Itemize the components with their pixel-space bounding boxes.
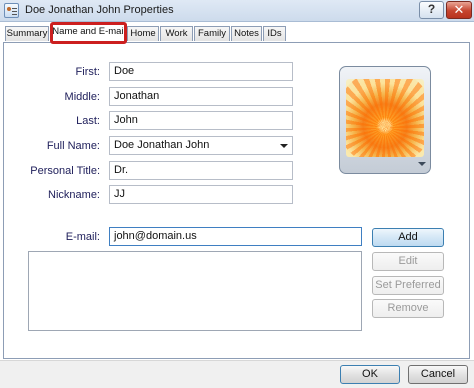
set-preferred-button[interactable]: Set Preferred: [372, 276, 444, 295]
nickname-field[interactable]: JJ: [109, 185, 293, 204]
full-name-value: Doe Jonathan John: [114, 139, 210, 151]
tab-home[interactable]: Home: [127, 26, 159, 41]
email-label: E-mail:: [65, 231, 100, 243]
help-button[interactable]: ?: [419, 1, 444, 19]
chevron-down-icon[interactable]: [280, 144, 288, 148]
last-name-field[interactable]: John: [109, 111, 293, 130]
personal-title-label: Personal Title:: [30, 165, 100, 177]
full-name-label: Full Name:: [46, 140, 100, 152]
add-email-button[interactable]: Add: [372, 228, 444, 247]
chevron-down-icon[interactable]: [418, 162, 426, 166]
last-name-label: Last:: [76, 115, 100, 127]
tab-name-and-email[interactable]: Name and E-mail: [51, 24, 127, 43]
full-name-select[interactable]: Doe Jonathan John: [109, 136, 293, 155]
tab-notes[interactable]: Notes: [231, 26, 262, 41]
dialog-footer: [0, 360, 474, 388]
window-title: Doe Jonathan John Properties: [25, 4, 174, 16]
edit-email-button[interactable]: Edit: [372, 252, 444, 271]
remove-email-button[interactable]: Remove: [372, 299, 444, 318]
first-name-field[interactable]: Doe: [109, 62, 293, 81]
cancel-button[interactable]: Cancel: [408, 365, 468, 384]
contact-card-icon: [4, 3, 19, 18]
email-list[interactable]: [28, 251, 362, 331]
ok-button[interactable]: OK: [340, 365, 400, 384]
tab-summary[interactable]: Summary: [5, 26, 49, 41]
email-field[interactable]: john@domain.us: [109, 227, 362, 246]
personal-title-field[interactable]: Dr.: [109, 161, 293, 180]
tab-work[interactable]: Work: [160, 26, 193, 41]
tab-ids[interactable]: IDs: [263, 26, 286, 41]
middle-name-label: Middle:: [64, 91, 100, 103]
first-name-label: First:: [75, 66, 100, 78]
tab-family[interactable]: Family: [194, 26, 230, 41]
close-button[interactable]: ✕: [446, 1, 472, 19]
title-bar[interactable]: Doe Jonathan John Properties ? ✕: [0, 0, 474, 22]
nickname-label: Nickname:: [48, 189, 100, 201]
middle-name-field[interactable]: Jonathan: [109, 87, 293, 106]
flower-photo-icon: [346, 79, 424, 157]
contact-picture[interactable]: [339, 66, 431, 174]
